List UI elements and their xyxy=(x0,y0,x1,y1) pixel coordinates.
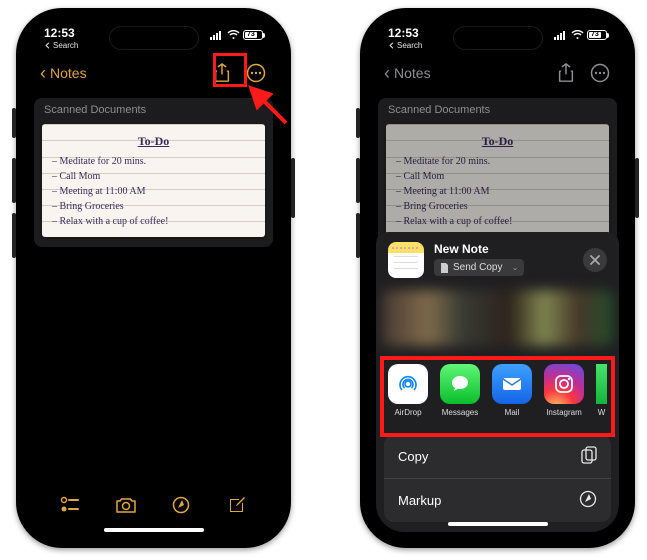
wifi-icon xyxy=(227,30,240,40)
back-label: Notes xyxy=(394,65,431,81)
checklist-icon xyxy=(60,496,80,514)
chevron-left-icon: ‹ xyxy=(40,63,46,84)
scanned-documents-section[interactable]: Scanned Documents To-Do – Meditate for 2… xyxy=(34,98,273,247)
back-button[interactable]: ‹ Notes xyxy=(384,63,431,84)
nav-bar: ‹ Notes xyxy=(370,56,625,90)
share-actions-list: Copy Markup xyxy=(384,435,611,522)
checklist-button[interactable] xyxy=(59,494,81,516)
back-label: Notes xyxy=(50,65,87,81)
action-copy[interactable]: Copy xyxy=(384,435,611,479)
back-button[interactable]: ‹ Notes xyxy=(40,63,87,84)
send-copy-selector[interactable]: Send Copy ⌄ xyxy=(434,259,524,276)
chevron-updown-icon: ⌄ xyxy=(512,263,519,272)
scanned-documents-section: Scanned Documents To-Do – Meditate for 2… xyxy=(378,98,617,247)
annotation-arrow xyxy=(241,73,301,133)
iphone-frame: 12:53 Search 73 ‹ Notes xyxy=(360,8,635,548)
share-icon xyxy=(557,63,575,83)
camera-icon xyxy=(115,496,137,514)
chevron-left-icon: ‹ xyxy=(384,63,390,84)
dynamic-island xyxy=(453,26,543,50)
breadcrumb-search[interactable]: Search xyxy=(44,41,78,50)
bottom-toolbar xyxy=(26,494,281,526)
annotation-highlight-apps xyxy=(380,356,615,437)
markup-icon xyxy=(579,490,597,511)
dynamic-island xyxy=(109,26,199,50)
battery-icon: 73 xyxy=(587,30,607,40)
markup-icon xyxy=(172,496,190,514)
copy-icon xyxy=(581,446,597,467)
note-title: To-Do xyxy=(52,132,255,150)
markup-button[interactable] xyxy=(170,494,192,516)
status-time: 12:53 xyxy=(44,26,78,40)
share-apps-row: AirDrop Messages Mail Instagram xyxy=(376,354,619,421)
breadcrumb-search[interactable]: Search xyxy=(388,41,422,50)
close-button[interactable] xyxy=(583,248,607,272)
document-icon xyxy=(440,263,449,273)
compose-icon xyxy=(227,495,247,515)
scanned-note-image: To-Do – Meditate for 20 mins. – Call Mom… xyxy=(386,124,609,237)
share-button xyxy=(555,62,577,84)
camera-button[interactable] xyxy=(115,494,137,516)
status-time: 12:53 xyxy=(388,26,422,40)
section-header: Scanned Documents xyxy=(34,98,273,120)
suggested-contacts-row[interactable] xyxy=(382,290,613,346)
share-item-title: New Note xyxy=(434,242,573,256)
home-indicator[interactable] xyxy=(104,528,204,532)
cellular-icon xyxy=(210,30,224,40)
home-indicator[interactable] xyxy=(448,522,548,526)
battery-icon: 73 xyxy=(243,30,263,40)
compose-button[interactable] xyxy=(226,494,248,516)
notes-app-icon xyxy=(388,242,424,278)
close-icon xyxy=(590,255,600,265)
scanned-note-image[interactable]: To-Do – Meditate for 20 mins. – Call Mom… xyxy=(42,124,265,237)
wifi-icon xyxy=(571,30,584,40)
share-sheet: New Note Send Copy ⌄ xyxy=(376,232,619,532)
cellular-icon xyxy=(554,30,568,40)
section-header: Scanned Documents xyxy=(378,98,617,120)
more-button xyxy=(589,62,611,84)
iphone-frame: 12:53 Search 73 ‹ Notes xyxy=(16,8,291,548)
action-markup[interactable]: Markup xyxy=(384,479,611,522)
ellipsis-circle-icon xyxy=(590,63,610,83)
